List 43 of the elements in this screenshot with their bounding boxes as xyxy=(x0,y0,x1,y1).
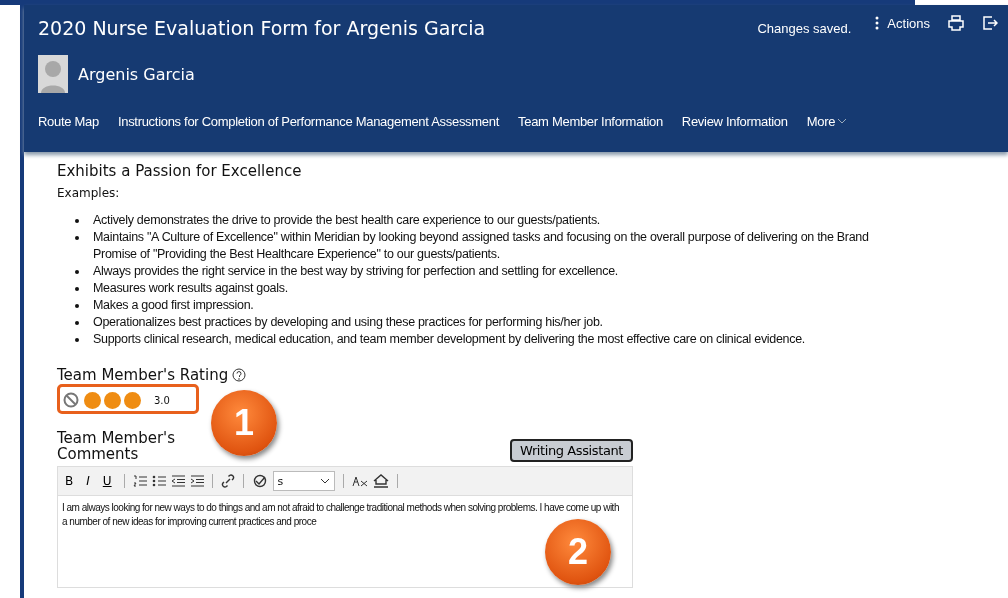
clear-rating-icon[interactable] xyxy=(63,392,79,408)
format-button[interactable]: I xyxy=(82,474,94,488)
print-icon[interactable] xyxy=(948,15,964,31)
link-icon[interactable] xyxy=(220,474,235,488)
format-button[interactable]: U xyxy=(98,474,116,488)
bullet-text: Always provides the right service in the best way by striving for perfection and settling for excellence. xyxy=(93,263,619,280)
callout-badge: 2 xyxy=(545,519,611,585)
nav-link[interactable]: Review Information xyxy=(681,113,788,129)
nav-link[interactable]: Team Member Information xyxy=(518,113,663,129)
bullet-list-icon[interactable] xyxy=(151,475,166,487)
bullet-text: Makes a good first impression. xyxy=(93,297,254,314)
callout-badge: 1 xyxy=(211,390,277,456)
bullet-text: Supports clinical research, medical education, and team member development by delivering the most effective care on clinical evidence. xyxy=(93,331,806,348)
bullet-text: Measures work results against goals. xyxy=(93,280,288,297)
examples-label: Examples: xyxy=(57,186,121,200)
writing-assistant-button[interactable]: Writing Assistant xyxy=(510,439,633,462)
indent-icon[interactable] xyxy=(189,475,204,487)
more-menu[interactable]: More xyxy=(806,113,848,129)
help-icon[interactable] xyxy=(232,368,247,382)
chevron-down-icon xyxy=(837,118,848,124)
avatar-icon xyxy=(38,55,68,93)
rating-label: Team Member's Rating xyxy=(57,366,229,384)
nav-link[interactable]: Instructions for Completion of Performance Management Assessment xyxy=(117,113,499,129)
form-title: 2020 Nurse Evaluation Form for Argenis Garcia xyxy=(38,17,487,39)
spellcheck-icon[interactable] xyxy=(251,474,268,488)
user-name: Argenis Garcia xyxy=(78,64,195,84)
comments-label: Team Member's Comments xyxy=(57,430,177,462)
nav-link[interactable]: Route Map xyxy=(38,113,99,129)
save-status: Changes saved. xyxy=(757,20,852,36)
bullet-text: Actively demonstrates the drive to provide the best health care experience to our guests/patients. xyxy=(93,212,600,229)
bullet-text: Operationalizes best practices by developing and using these practices for performing his/her job. xyxy=(93,314,603,331)
rating-value: 3.0 xyxy=(154,394,170,406)
export-icon[interactable] xyxy=(982,15,998,31)
outdent-icon[interactable] xyxy=(170,475,185,487)
special-character-icon[interactable] xyxy=(372,474,389,488)
bullet-text: Maintains "A Culture of Excellence" within Meridian by looking beyond assigned tasks and focusing on the overall purpose of delivering on the Brand Promise of "Providing the Best Healthcare Experience" to our guests/patients. xyxy=(93,229,870,263)
font-size-select[interactable]: s xyxy=(272,471,335,491)
actions-button[interactable]: Actions xyxy=(875,15,930,31)
format-button[interactable]: B xyxy=(61,474,78,488)
more-vertical-icon xyxy=(875,16,880,30)
chevron-down-icon xyxy=(319,478,330,484)
clear-format-icon[interactable] xyxy=(351,475,368,487)
section-title: Exhibits a Passion for Excellence xyxy=(57,162,303,180)
